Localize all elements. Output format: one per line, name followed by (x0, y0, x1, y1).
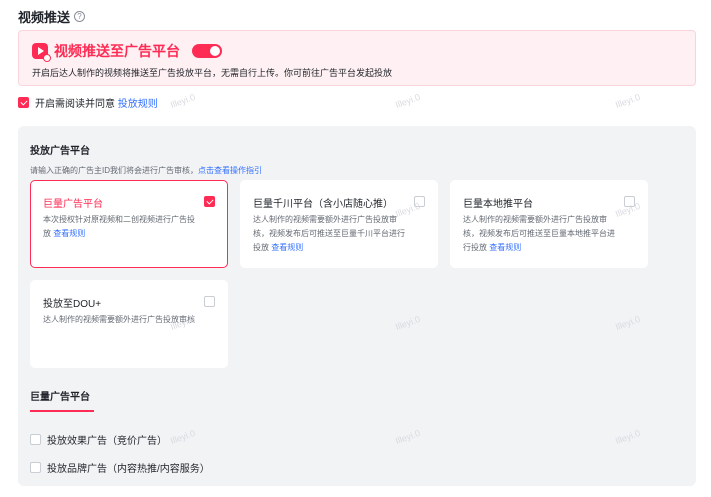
desc-text: 行投放 (463, 243, 487, 252)
desc-line: 达人制作的视频需要额外进行广告投放审 (253, 215, 397, 224)
view-rules-link[interactable]: 查看规则 (489, 243, 521, 252)
desc-text: 放 (43, 229, 51, 238)
hint-text: 请输入正确的广告主ID我们将会进行广告审核， (30, 166, 198, 175)
card-title: 巨量千川平台（含小店随心推） (253, 199, 393, 210)
option-label: 投放效果广告（竞价广告） (47, 436, 167, 447)
rules-link[interactable]: 投放规则 (118, 99, 158, 110)
card-juliang-ads[interactable]: 巨量广告平台 本次授权针对原视频和二创视频进行广告投 放 查看规则 (30, 180, 228, 268)
card-checkbox[interactable] (204, 296, 215, 307)
sub-section-underline (30, 410, 94, 412)
platform-panel: 投放广告平台 请输入正确的广告主ID我们将会进行广告审核，点击查看操作指引 巨量… (18, 126, 696, 486)
push-banner: 视频推送至广告平台 开启后达人制作的视频将推送至广告投放平台，无需自行上传。你可… (18, 30, 696, 86)
guide-link[interactable]: 点击查看操作指引 (198, 166, 262, 175)
card-description: 本次授权针对原视频和二创视频进行广告投 放 查看规则 (43, 213, 195, 241)
card-title: 巨量广告平台 (43, 199, 103, 210)
view-rules-link[interactable]: 查看规则 (271, 243, 303, 252)
card-checkbox[interactable] (204, 196, 215, 207)
option-label: 投放品牌广告（内容热推/内容服务） (47, 464, 210, 475)
card-description: 达人制作的视频需要额外进行广告投放审 核，视频发布后可推送至巨量千川平台进行 投… (253, 213, 405, 255)
desc-line: 达人制作的视频需要额外进行广告投放审核 (43, 315, 195, 324)
option-performance-ads[interactable]: 投放效果广告（竞价广告） (30, 432, 167, 447)
desc-text: 投放 (253, 243, 269, 252)
section-title: 视频推送 ? (18, 7, 86, 26)
banner-description: 开启后达人制作的视频将推送至广告投放平台，无需自行上传。你可前往广告平台发起投放 (32, 68, 393, 78)
watermark: Illeyi.0 (614, 91, 642, 111)
card-description: 达人制作的视频需要额外进行广告投放审核 (43, 313, 195, 327)
desc-line: 核，视频发布后可推送至巨量千川平台进行 (253, 229, 405, 238)
banner-header: 视频推送至广告平台 (32, 41, 222, 62)
watermark: Illeyi.0 (169, 91, 197, 111)
desc-line: 行投放 查看规则 (463, 241, 615, 255)
agree-row: 开启需阅读并同意 投放规则 (18, 95, 158, 110)
watermark: Illeyi.0 (394, 91, 422, 111)
sub-section-title: 巨量广告平台 (30, 392, 90, 403)
card-checkbox[interactable] (624, 196, 635, 207)
panel-title: 投放广告平台 (30, 146, 90, 157)
card-local-push[interactable]: 巨量本地推平台 达人制作的视频需要额外进行广告投放审 核，视频发布后可推送至巨量… (450, 180, 648, 268)
help-icon[interactable]: ? (74, 11, 86, 22)
panel-hint: 请输入正确的广告主ID我们将会进行广告审核，点击查看操作指引 (30, 165, 262, 176)
desc-line: 达人制作的视频需要额外进行广告投放审 (463, 215, 607, 224)
card-title: 巨量本地推平台 (463, 199, 533, 210)
desc-line: 放 查看规则 (43, 227, 195, 241)
card-description: 达人制作的视频需要额外进行广告投放审 核，视频发布后可推送至巨量本地推平台进 行… (463, 213, 615, 255)
card-checkbox[interactable] (414, 196, 425, 207)
option-brand-ads[interactable]: 投放品牌广告（内容热推/内容服务） (30, 460, 210, 475)
push-toggle[interactable] (192, 44, 222, 58)
toggle-knob (210, 46, 220, 56)
video-play-icon (32, 43, 51, 62)
agree-checkbox[interactable] (18, 97, 29, 108)
desc-line: 投放 查看规则 (253, 241, 405, 255)
card-dou-plus[interactable]: 投放至DOU+ 达人制作的视频需要额外进行广告投放审核 (30, 280, 228, 368)
option-checkbox[interactable] (30, 462, 41, 473)
desc-line: 核，视频发布后可推送至巨量本地推平台进 (463, 229, 615, 238)
desc-line: 本次授权针对原视频和二创视频进行广告投 (43, 215, 195, 224)
option-checkbox[interactable] (30, 434, 41, 445)
agree-text: 开启需阅读并同意 投放规则 (35, 95, 158, 110)
card-title: 投放至DOU+ (43, 299, 102, 310)
agree-label: 开启需阅读并同意 (35, 99, 115, 110)
section-title-text: 视频推送 (18, 10, 71, 25)
banner-title: 视频推送至广告平台 (54, 43, 180, 59)
view-rules-link[interactable]: 查看规则 (53, 229, 85, 238)
card-qianchuan[interactable]: 巨量千川平台（含小店随心推） 达人制作的视频需要额外进行广告投放审 核，视频发布… (240, 180, 438, 268)
